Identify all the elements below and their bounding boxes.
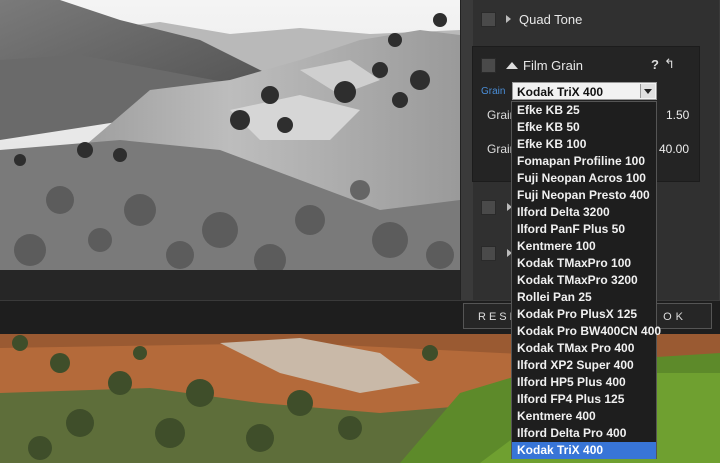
help-icon[interactable]: ? <box>651 57 659 72</box>
dropdown-option[interactable]: Fomapan Profiline 100 <box>512 153 656 170</box>
dropdown-option[interactable]: Kentmere 400 <box>512 408 656 425</box>
dropdown-option[interactable]: Kodak Pro BW400CN 400 <box>512 323 661 340</box>
expand-arrow-icon[interactable] <box>506 15 511 23</box>
grain-type-label: Grain <box>481 86 506 97</box>
dropdown-option[interactable]: Ilford HP5 Plus 400 <box>512 374 656 391</box>
section-checkbox[interactable] <box>481 246 496 261</box>
dropdown-option[interactable]: Fuji Neopan Presto 400 <box>512 187 656 204</box>
grain-type-select[interactable]: Kodak TriX 400 <box>512 82 657 100</box>
reset-arrow-icon[interactable]: ↰ <box>664 56 675 72</box>
dropdown-option[interactable]: Rollei Pan 25 <box>512 289 656 306</box>
dropdown-option[interactable]: Efke KB 100 <box>512 136 656 153</box>
dropdown-option[interactable]: Ilford XP2 Super 400 <box>512 357 656 374</box>
dropdown-option[interactable]: Ilford FP4 Plus 125 <box>512 391 656 408</box>
section-title-quad-tone: Quad Tone <box>519 11 583 27</box>
dropdown-option[interactable]: Kodak TMaxPro 3200 <box>512 272 656 289</box>
ok-button[interactable]: OK <box>656 303 712 329</box>
canvas-footer <box>0 270 460 300</box>
chevron-down-icon[interactable] <box>640 84 655 98</box>
dropdown-option[interactable]: Efke KB 25 <box>512 102 656 119</box>
grain-type-dropdown[interactable]: Efke KB 25 Efke KB 50 Efke KB 100 Fomapan P… <box>511 101 661 459</box>
section-quad-tone[interactable]: Quad Tone <box>472 1 698 37</box>
section-checkbox[interactable] <box>481 200 496 215</box>
dropdown-option[interactable]: Ilford Delta Pro 400 <box>512 425 656 442</box>
dropdown-option[interactable]: Kodak TMax Pro 400 <box>512 340 656 357</box>
grain-amount-value[interactable]: 1.50 <box>666 108 689 122</box>
preview-image-bw <box>0 0 460 270</box>
dropdown-option[interactable]: Efke KB 50 <box>512 119 656 136</box>
reset-button[interactable]: RESET <box>463 303 515 329</box>
dropdown-option[interactable]: Kodak TriX 400 <box>512 442 656 459</box>
section-title-film-grain: Film Grain <box>523 57 583 73</box>
grain-size-value[interactable]: 40.00 <box>659 142 689 156</box>
dropdown-option[interactable]: Kodak TMaxPro 100 <box>512 255 656 272</box>
collapse-arrow-icon[interactable] <box>506 61 518 69</box>
grain-type-selected-value: Kodak TriX 400 <box>517 85 604 99</box>
dropdown-option[interactable]: Ilford Delta 3200 <box>512 204 656 221</box>
dropdown-option[interactable]: Kentmere 100 <box>512 238 656 255</box>
dropdown-option[interactable]: Ilford PanF Plus 50 <box>512 221 656 238</box>
quad-tone-checkbox[interactable] <box>481 11 496 27</box>
dropdown-option[interactable]: Fuji Neopan Acros 100 <box>512 170 656 187</box>
dropdown-option[interactable]: Kodak Pro PlusX 125 <box>512 306 656 323</box>
film-grain-checkbox[interactable] <box>481 57 496 73</box>
